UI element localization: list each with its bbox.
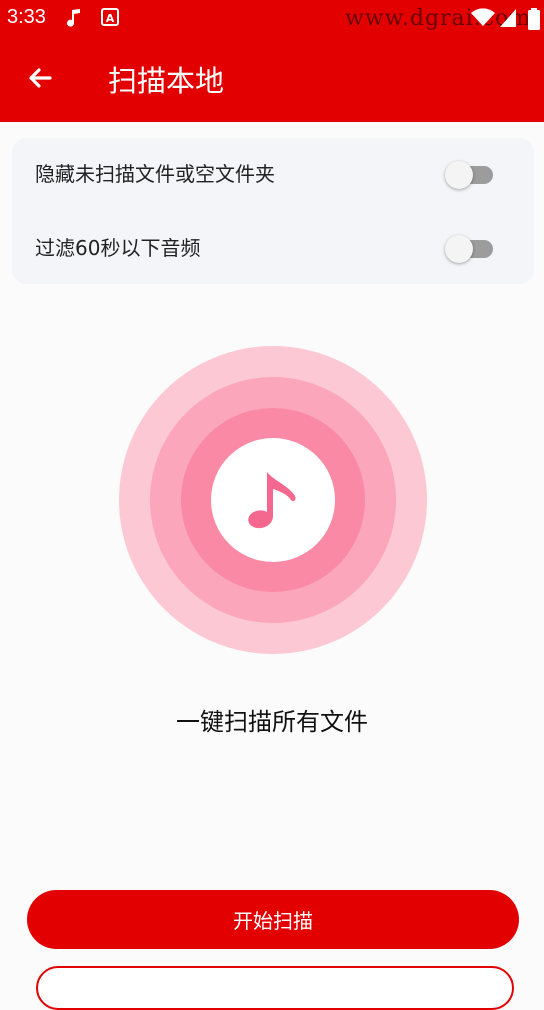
start-scan-button[interactable]: 开始扫描: [27, 890, 519, 949]
scan-visual[interactable]: [119, 346, 427, 654]
svg-text:A: A: [106, 12, 115, 25]
scan-all-files-label: 一键扫描所有文件: [176, 708, 368, 736]
toggle-thumb: [445, 161, 473, 189]
setting-label: 隐藏未扫描文件或空文件夹: [35, 162, 275, 186]
toggle-thumb: [445, 235, 473, 263]
page-title: 扫描本地: [108, 64, 225, 98]
arrow-left-icon: [29, 68, 52, 88]
secondary-button[interactable]: [36, 966, 514, 1010]
settings-card: 隐藏未扫描文件或空文件夹 过滤60秒以下音频: [12, 138, 534, 284]
toggle-filter-short-audio[interactable]: [445, 234, 495, 263]
setting-label: 过滤60秒以下音频: [35, 236, 201, 260]
music-note-icon: [248, 472, 296, 529]
toggle-hide-unscanned[interactable]: [445, 160, 495, 189]
setting-row-hide-unscanned: 隐藏未扫描文件或空文件夹: [12, 138, 534, 210]
setting-row-filter-short-audio: 过滤60秒以下音频: [12, 212, 534, 284]
battery-icon: [528, 8, 540, 34]
wifi-icon: [471, 8, 495, 32]
status-time: 3:33: [7, 6, 46, 28]
status-bar: 3:33 A www.dgrai.com: [0, 0, 544, 36]
app-a-icon: A: [101, 8, 119, 30]
signal-icon: [499, 8, 517, 32]
app-header: 3:33 A www.dgrai.com 扫描本地: [0, 0, 544, 122]
music-note-icon: [66, 8, 82, 32]
back-button[interactable]: [24, 62, 56, 94]
